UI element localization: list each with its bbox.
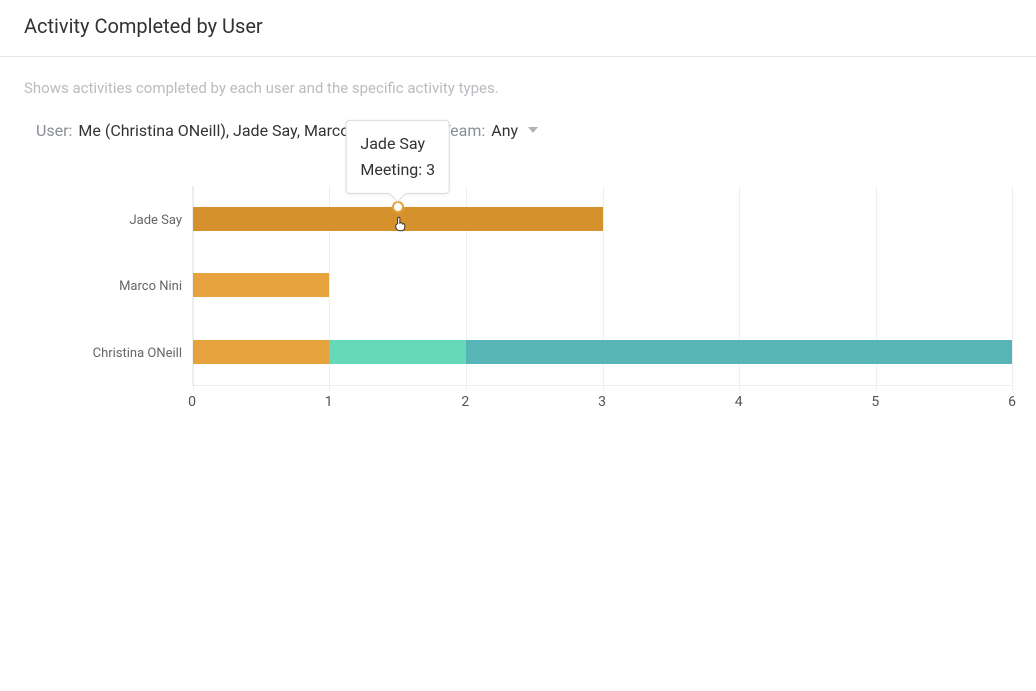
filter-user-label: User: (36, 121, 72, 140)
gridline (1012, 186, 1013, 391)
chart-container: Jade Say Marco Nini Christina ONeill Jade … (24, 186, 1012, 418)
x-tick-label: 0 (188, 394, 196, 410)
report-header: Activity Completed by User (0, 0, 1036, 57)
bar-segment[interactable] (466, 340, 1012, 364)
x-axis-labels: 0123456 (192, 394, 1012, 418)
bar-track (193, 207, 1012, 231)
bar-track (193, 273, 1012, 297)
x-tick-label: 1 (325, 394, 333, 410)
report-title: Activity Completed by User (24, 14, 1012, 38)
bar-segment[interactable] (193, 273, 329, 297)
x-tick-label: 2 (461, 394, 469, 410)
chart-row[interactable] (193, 319, 1012, 385)
filter-user-value: Me (Christina ONeill), Jade Say, Marco N… (78, 121, 381, 140)
bar-segment[interactable] (329, 340, 465, 364)
y-tick-label: Christina ONeill (24, 347, 182, 360)
filters-bar: User: Me (Christina ONeill), Jade Say, M… (0, 97, 1036, 140)
chevron-down-icon (528, 127, 538, 133)
tooltip-metric: Meeting: 3 (360, 157, 435, 183)
chart-tooltip: Jade SayMeeting: 3 (345, 120, 450, 193)
y-axis-labels: Jade Say Marco Nini Christina ONeill (24, 187, 192, 387)
x-tick-label: 4 (735, 394, 743, 410)
filter-team-value: Any (491, 121, 518, 140)
chart-plot-area[interactable]: Jade SayMeeting: 3 (192, 186, 1012, 386)
y-tick-label: Jade Say (24, 214, 182, 227)
filter-team[interactable]: Team: Any (441, 121, 538, 140)
chart-row[interactable] (193, 252, 1012, 318)
tooltip-user: Jade Say (360, 131, 435, 157)
x-tick-label: 5 (871, 394, 879, 410)
y-tick-label: Marco Nini (24, 280, 182, 293)
bar-segment[interactable] (193, 340, 329, 364)
report-description: Shows activities completed by each user … (0, 57, 1036, 97)
chart-row[interactable] (193, 186, 1012, 252)
x-tick-label: 3 (598, 394, 606, 410)
bar-track (193, 340, 1012, 364)
x-tick-label: 6 (1008, 394, 1016, 410)
tooltip-marker (392, 201, 404, 213)
